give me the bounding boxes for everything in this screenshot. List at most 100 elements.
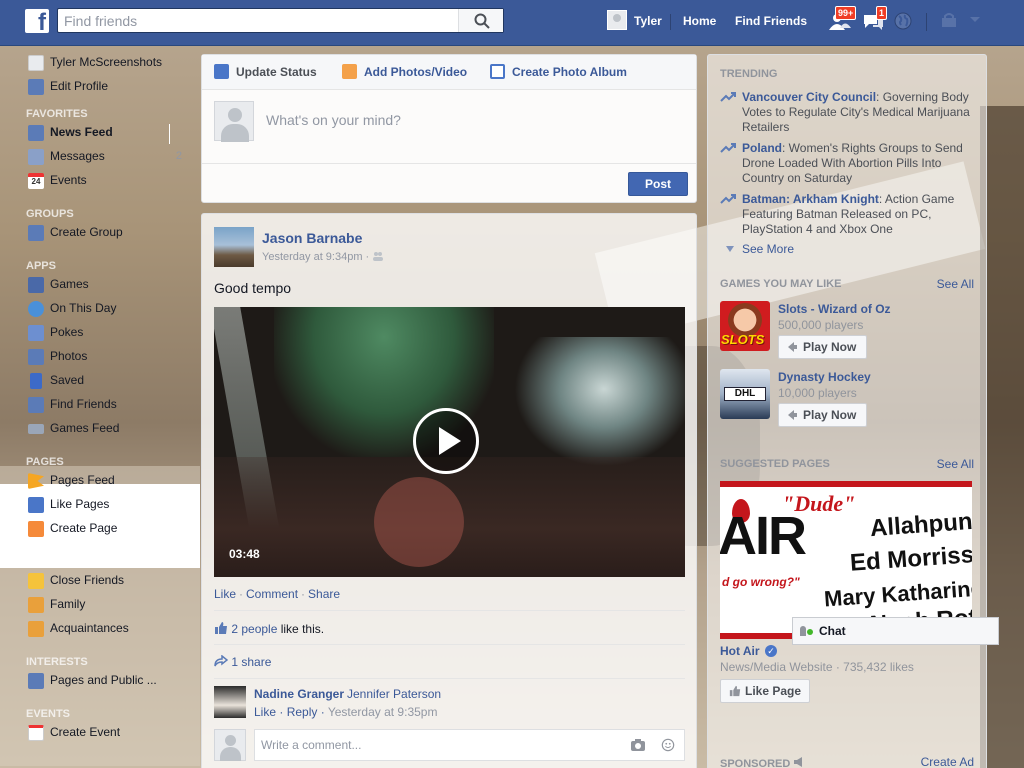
- share-link[interactable]: Share: [308, 587, 340, 601]
- hockey-game-icon[interactable]: DHL: [720, 369, 770, 419]
- chat-bar[interactable]: Chat: [792, 617, 999, 645]
- slots-game-icon[interactable]: SLOTS: [720, 301, 770, 351]
- suggested-page-cover[interactable]: "Dude" AIR d go wrong?" Allahpund Ed Mor…: [720, 481, 972, 639]
- play-icon: [788, 410, 797, 420]
- game-title[interactable]: Slots - Wizard of Oz: [778, 302, 891, 316]
- nav-find-friends[interactable]: Find Friends: [735, 0, 807, 46]
- sidebar-item-messages[interactable]: Messages 2: [18, 146, 188, 170]
- trending-arrow-icon: [720, 194, 736, 204]
- comment-input[interactable]: [255, 730, 615, 760]
- sidebar-item-create-event[interactable]: Create Event: [18, 722, 188, 746]
- create-ad-link[interactable]: Create Ad: [921, 755, 974, 768]
- like-link[interactable]: Like: [214, 587, 236, 601]
- suggested-pages-heading: SUGGESTED PAGES: [720, 458, 830, 470]
- game-title[interactable]: Dynasty Hockey: [778, 370, 871, 384]
- play-now-button[interactable]: Play Now: [778, 403, 868, 427]
- section-apps: APPS: [26, 260, 56, 272]
- tab-add-photos[interactable]: Add Photos/Video: [342, 63, 467, 81]
- sidebar-item-acquaintances[interactable]: Acquaintances: [18, 618, 188, 642]
- family-icon: [28, 597, 44, 613]
- emoji-icon[interactable]: [660, 738, 676, 752]
- composer-avatar: [214, 101, 254, 142]
- facebook-logo[interactable]: f: [25, 9, 49, 33]
- sidebar-item-like-pages[interactable]: Like Pages: [18, 494, 188, 518]
- search-input[interactable]: [58, 9, 458, 32]
- sidebar-item-on-this-day[interactable]: On This Day: [18, 298, 188, 322]
- comment-time[interactable]: Yesterday at 9:35pm: [328, 705, 438, 719]
- post-timestamp[interactable]: Yesterday at 9:34pm ·: [262, 251, 384, 263]
- camera-icon[interactable]: [630, 738, 646, 752]
- sidebar-item-games-feed[interactable]: Games Feed: [18, 418, 188, 442]
- bookmark-icon: [30, 373, 42, 389]
- tab-update-status[interactable]: Update Status: [214, 63, 317, 81]
- shares-summary[interactable]: 1 share: [214, 654, 271, 669]
- suggested-page-name[interactable]: Hot Air: [720, 644, 760, 658]
- calendar-icon: 24: [28, 173, 44, 189]
- play-icon: [788, 342, 797, 352]
- sidebar-item-family[interactable]: Family: [18, 594, 188, 618]
- games-see-all[interactable]: See All: [937, 277, 974, 291]
- create-group-icon: [28, 225, 44, 241]
- notifications-jewel[interactable]: [894, 12, 916, 34]
- author-avatar[interactable]: [214, 227, 254, 267]
- online-status-icon: [807, 629, 813, 635]
- clock-icon: [28, 301, 44, 317]
- composer-tabs: Update Status Add Photos/Video Create Ph…: [202, 55, 696, 90]
- account-menu[interactable]: [968, 12, 990, 34]
- sidebar-item-close-friends[interactable]: Close Friends: [18, 570, 188, 594]
- like-page-button[interactable]: Like Page: [720, 679, 811, 703]
- post-text: Good tempo: [214, 280, 292, 296]
- post-button[interactable]: Post: [628, 172, 688, 196]
- section-events: EVENTS: [26, 708, 71, 720]
- sidebar-item-games[interactable]: Games: [18, 274, 188, 298]
- sidebar-item-pokes[interactable]: Pokes: [18, 322, 188, 346]
- nav-home[interactable]: Home: [683, 0, 716, 46]
- trending-arrow-icon: [720, 92, 736, 102]
- sidebar-item-create-group[interactable]: Create Group: [18, 222, 188, 246]
- messages-jewel[interactable]: 1: [862, 6, 888, 34]
- sidebar-item-create-page[interactable]: Create Page: [18, 518, 188, 542]
- sidebar-item-saved[interactable]: Saved: [18, 370, 188, 394]
- comment-text[interactable]: Jennifer Paterson: [347, 687, 441, 701]
- commenter-avatar[interactable]: [214, 686, 246, 718]
- tab-create-album[interactable]: Create Photo Album: [490, 63, 627, 81]
- status-input[interactable]: What's on your mind?: [266, 112, 401, 128]
- sidebar-item-photos[interactable]: Photos: [18, 346, 188, 370]
- trend-item[interactable]: Poland: Women's Rights Groups to Send Dr…: [720, 141, 970, 186]
- commenter-name[interactable]: Nadine Granger: [254, 687, 344, 701]
- video-player[interactable]: 03:48: [214, 307, 685, 577]
- sidebar-profile[interactable]: Tyler McScreenshots: [18, 52, 188, 76]
- create-event-icon: [28, 725, 44, 741]
- suggested-see-all[interactable]: See All: [937, 457, 974, 471]
- see-more-trending[interactable]: See More: [742, 242, 794, 256]
- play-now-button[interactable]: Play Now: [778, 335, 868, 359]
- comment-link[interactable]: Comment: [246, 587, 298, 601]
- nav-user[interactable]: Tyler: [634, 0, 662, 46]
- find-friends-icon: [28, 397, 44, 413]
- left-sidebar: Tyler McScreenshots Edit Profile FAVORIT…: [18, 52, 188, 746]
- game-players: 10,000 players: [778, 386, 857, 400]
- friend-requests-jewel[interactable]: 99+: [829, 6, 857, 34]
- comment-reply-link[interactable]: Reply: [287, 705, 318, 719]
- privacy-shortcuts[interactable]: [940, 12, 962, 34]
- likes-summary: 2 people like this.: [214, 621, 324, 636]
- trend-item[interactable]: Vancouver City Council: Governing Body V…: [720, 90, 970, 135]
- sidebar-edit-profile[interactable]: Edit Profile: [18, 76, 188, 100]
- likes-count-link[interactable]: 2 people: [231, 622, 277, 636]
- search-button[interactable]: [458, 9, 503, 32]
- sidebar-item-find-friends[interactable]: Find Friends: [18, 394, 188, 418]
- play-icon[interactable]: [413, 408, 479, 474]
- verified-badge-icon: ✓: [765, 645, 777, 657]
- flag-icon: [28, 473, 44, 489]
- comment-like-link[interactable]: Like: [254, 705, 276, 719]
- trend-item[interactable]: Batman: Arkham Knight: Action Game Featu…: [720, 192, 970, 237]
- album-icon: [490, 64, 505, 79]
- sidebar-item-pages-feed[interactable]: Pages Feed: [18, 470, 188, 494]
- sidebar-item-events[interactable]: 24 Events: [18, 170, 188, 194]
- user-avatar[interactable]: [607, 10, 627, 30]
- video-duration: 03:48: [229, 547, 260, 561]
- author-name[interactable]: Jason Barnabe: [262, 230, 362, 246]
- sidebar-item-news-feed[interactable]: News Feed: [18, 122, 188, 146]
- sidebar-item-pages-public[interactable]: Pages and Public ...: [18, 670, 188, 694]
- trending-heading: TRENDING: [720, 68, 778, 80]
